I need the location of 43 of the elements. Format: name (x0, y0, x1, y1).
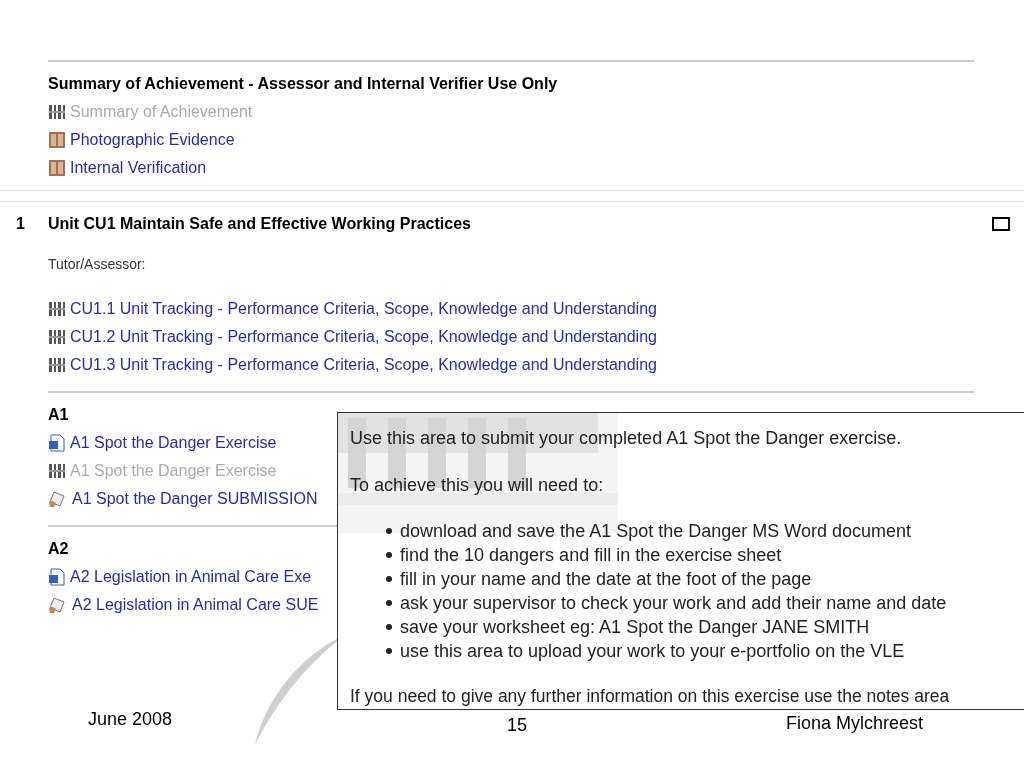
document-icon (48, 434, 66, 452)
group-heading: A1 (48, 406, 69, 423)
grid-icon (48, 357, 66, 373)
activity-link[interactable]: A1 Spot the Danger Exercise (70, 431, 277, 455)
activity-link[interactable]: A2 Legislation in Animal Care SUE (72, 593, 319, 617)
step-text: ask your supervisor to check your work and add their name and date (400, 592, 947, 615)
section-number: 1 (15, 214, 26, 234)
group-heading: A2 (48, 540, 69, 557)
lead-text: To achieve this you will need to: (350, 474, 605, 497)
section-checkbox[interactable] (992, 217, 1010, 231)
hand-paper-icon (48, 490, 68, 508)
activity-link[interactable]: CU1.1 Unit Tracking - Performance Criteria, Scope, Knowledge and Understanding (70, 297, 657, 321)
activity-link[interactable]: A2 Legislation in Animal Care Exe (70, 565, 312, 589)
bullet-icon (386, 648, 392, 654)
activity-link[interactable]: Internal Verification (70, 156, 207, 180)
grid-icon (48, 104, 66, 120)
footer-date: June 2008 (88, 708, 173, 731)
grid-icon (48, 301, 66, 317)
bullet-icon (386, 528, 392, 534)
outro-text: If you need to give any further information on this exercise use the notes area (350, 685, 951, 708)
activity-link[interactable]: Photographic Evidence (70, 128, 235, 152)
section-heading: Unit CU1 Maintain Safe and Effective Working Practices (48, 214, 472, 234)
step-text: find the 10 dangers and fill in the exercise sheet (400, 544, 782, 567)
step-text: fill in your name and the date at the foot of the page (400, 568, 812, 591)
activity-link[interactable]: A1 Spot the Danger SUBMISSION (72, 487, 318, 511)
activity-link[interactable]: CU1.2 Unit Tracking - Performance Criteria, Scope, Knowledge and Understanding (70, 325, 657, 349)
bullet-icon (386, 552, 392, 558)
step-text: use this area to upload your work to your e-portfolio on the VLE (400, 640, 905, 663)
bullet-icon (386, 576, 392, 582)
intro-text: Use this area to submit your completed A1 Spot the Danger exercise. (350, 427, 903, 450)
folder-icon (48, 131, 66, 149)
hand-paper-icon (48, 596, 68, 614)
folder-icon (48, 159, 66, 177)
document-icon (48, 568, 66, 586)
tutor-label: Tutor/Assessor: (48, 255, 147, 274)
bullet-icon (386, 600, 392, 606)
step-text: save your worksheet eg: A1 Spot the Danger JANE SMITH (400, 616, 870, 639)
grid-icon (48, 463, 66, 479)
bullet-icon (386, 624, 392, 630)
step-text: download and save the A1 Spot the Danger MS Word document (400, 520, 911, 543)
activity-link[interactable]: CU1.3 Unit Tracking - Performance Criteria, Scope, Knowledge and Understanding (70, 353, 657, 377)
grid-icon (48, 329, 66, 345)
section-heading: Summary of Achievement - Assessor and Internal Verifier Use Only (48, 74, 559, 94)
